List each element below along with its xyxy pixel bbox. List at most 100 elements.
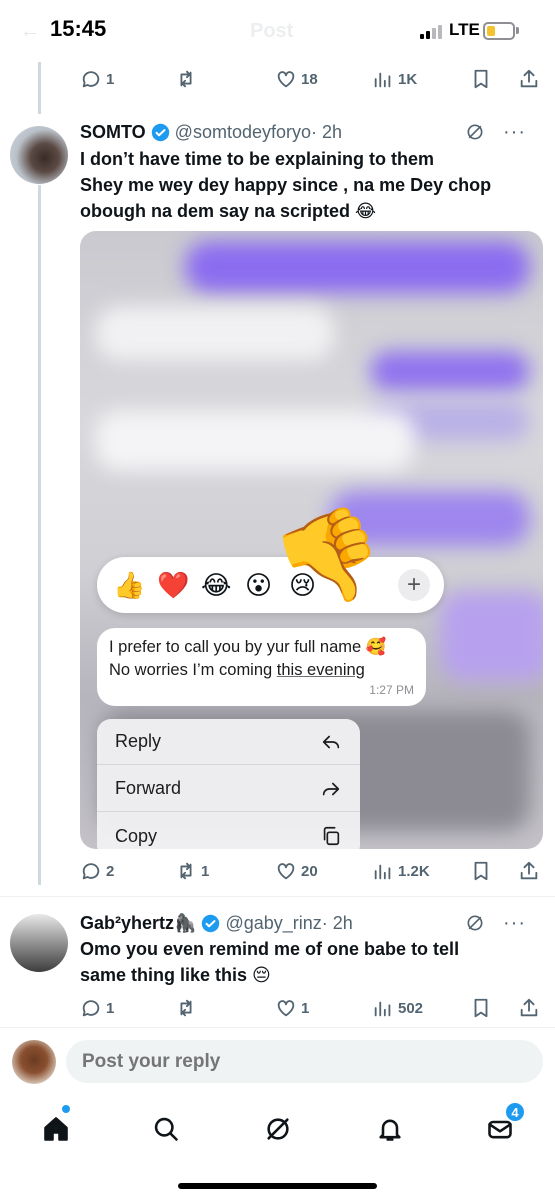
bookmark-icon — [474, 861, 488, 881]
like-button[interactable]: 18 — [275, 64, 318, 94]
reply-button[interactable]: 1 — [80, 993, 114, 1023]
copy-icon — [323, 826, 340, 846]
back-arrow-icon[interactable]: ← — [20, 20, 40, 43]
views-count: 502 — [398, 999, 424, 1017]
tweet-header: SOMTO @somtodeyforyo · 2h ··· — [80, 120, 540, 144]
grok-icon[interactable] — [465, 913, 485, 933]
menu-item-reply: Reply — [97, 719, 360, 765]
repost-button[interactable]: 1 — [175, 856, 209, 886]
reaction-laugh: 😂 — [201, 569, 232, 600]
share-button[interactable] — [518, 64, 544, 94]
views-icon — [374, 1001, 391, 1017]
avatar[interactable] — [10, 914, 68, 972]
share-icon — [520, 998, 538, 1017]
message-bubble: I prefer to call you by yur full name 🥰 … — [97, 628, 426, 706]
reply-icon — [82, 863, 100, 880]
views-count: 1.2K — [398, 862, 430, 880]
reaction-heart: ❤️ — [157, 569, 190, 600]
battery-icon — [483, 22, 515, 40]
avatar[interactable] — [10, 126, 68, 184]
bookmark-icon — [474, 998, 488, 1018]
tweet-line: Omo you even remind me of one babe to te… — [80, 939, 460, 959]
more-options-icon[interactable]: ··· — [503, 913, 526, 933]
message-line: I prefer to call you by yur full name 🥰 — [109, 638, 387, 656]
reply-count: 2 — [106, 862, 115, 880]
post-time: · 2h — [321, 912, 353, 933]
reply-count: 1 — [106, 70, 115, 88]
nav-search[interactable] — [146, 1109, 186, 1149]
author-name[interactable]: Gab²yhertz🦍 — [80, 913, 196, 934]
reply-icon — [82, 71, 100, 88]
grok-icon[interactable] — [465, 122, 485, 142]
nav-notifications[interactable] — [370, 1109, 410, 1149]
nav-grok[interactable] — [258, 1109, 298, 1149]
blurred-bubble — [370, 351, 530, 391]
message-text: No worries I’m coming — [109, 661, 277, 679]
nav-home[interactable] — [36, 1109, 76, 1149]
heart-icon — [277, 71, 295, 88]
post-time: · 2h — [311, 121, 343, 142]
views-button[interactable]: 502 — [372, 993, 423, 1023]
reply-input[interactable] — [66, 1040, 543, 1083]
repost-button[interactable] — [175, 64, 201, 94]
reply-arrow-icon — [322, 735, 340, 748]
repost-button[interactable] — [175, 993, 201, 1023]
search-icon — [154, 1117, 178, 1141]
thread-line — [38, 185, 41, 885]
like-count: 20 — [301, 862, 318, 880]
author-name[interactable]: SOMTO — [80, 122, 146, 143]
my-avatar[interactable] — [12, 1040, 56, 1084]
share-button[interactable] — [518, 856, 544, 886]
tweet-line: I don’t have time to be explaining to th… — [80, 149, 435, 169]
message-line: No worries I’m coming this evening — [109, 659, 414, 682]
heart-icon — [277, 1000, 295, 1017]
share-icon — [520, 69, 538, 88]
tweet-line: same thing like this 😔 — [80, 965, 271, 985]
action-row: 1 18 1K — [80, 64, 540, 94]
bookmark-button[interactable] — [470, 64, 496, 94]
reply-count: 1 — [106, 999, 115, 1017]
tweet-header: Gab²yhertz🦍 @gaby_rinz · 2h ··· — [80, 911, 540, 935]
reply-icon — [82, 1000, 100, 1017]
network-label: LTE — [449, 20, 480, 39]
message-link: this evening — [276, 661, 365, 679]
heart-icon — [277, 863, 295, 880]
grok-icon — [267, 1118, 289, 1140]
reply-button[interactable]: 1 — [80, 64, 114, 94]
blurred-bubble — [95, 411, 415, 471]
repost-icon — [180, 999, 192, 1017]
bookmark-button[interactable] — [470, 856, 496, 886]
repost-count: 1 — [201, 862, 210, 880]
menu-item-label: Reply — [115, 731, 162, 751]
more-options-icon[interactable]: ··· — [503, 122, 526, 142]
messages-badge: 4 — [505, 1102, 525, 1122]
views-button[interactable]: 1.2K — [372, 856, 430, 886]
author-handle[interactable]: @somtodeyforyo — [175, 122, 311, 143]
home-notification-dot — [62, 1105, 70, 1113]
signal-icon — [420, 24, 444, 39]
author-handle[interactable]: @gaby_rinz — [225, 913, 321, 934]
tweet-body: I don’t have time to be explaining to th… — [80, 146, 540, 224]
like-button[interactable]: 1 — [275, 993, 309, 1023]
blurred-bubble — [95, 306, 335, 361]
like-count: 18 — [301, 70, 318, 88]
like-count: 1 — [301, 999, 310, 1017]
tweet-body: Omo you even remind me of one babe to te… — [80, 936, 540, 988]
thread-line — [38, 62, 41, 114]
blurred-bubble — [185, 241, 530, 293]
reply-composer — [0, 1027, 555, 1095]
menu-item-label: Forward — [115, 778, 182, 798]
divider — [0, 896, 555, 897]
tweet-line: obough na dem say na scripted 😂 — [80, 201, 377, 221]
header-title: Post — [250, 20, 294, 42]
views-count: 1K — [398, 70, 418, 88]
repost-icon — [180, 70, 192, 88]
bookmark-button[interactable] — [470, 993, 496, 1023]
share-button[interactable] — [518, 993, 544, 1023]
like-button[interactable]: 20 — [275, 856, 318, 886]
reply-button[interactable]: 2 — [80, 856, 114, 886]
action-row: 1 1 502 — [80, 993, 540, 1023]
tweet-line: Shey me wey dey happy since , na me Dey … — [80, 175, 492, 195]
views-button[interactable]: 1K — [372, 64, 417, 94]
tweet-media[interactable]: 👍 ❤️ 😂 😮 😢 + 👎 I prefer to call you by y… — [80, 231, 543, 849]
